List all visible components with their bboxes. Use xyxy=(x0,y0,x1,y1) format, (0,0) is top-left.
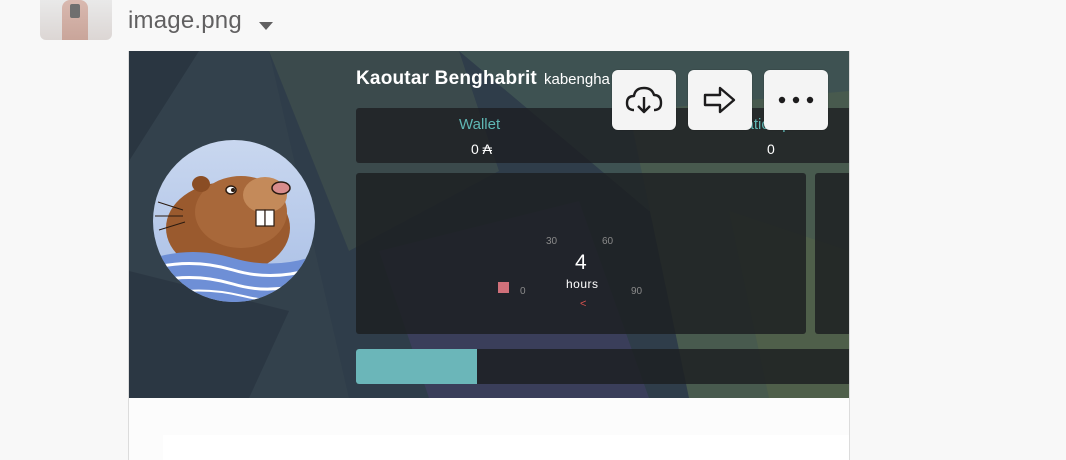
user-avatar[interactable] xyxy=(40,0,112,40)
logtime-hours-unit: hours xyxy=(566,277,599,291)
file-name[interactable]: image.png xyxy=(128,7,242,35)
evaluation-points-value: 0 xyxy=(767,141,775,157)
caret-down-icon[interactable] xyxy=(259,22,273,30)
share-button[interactable] xyxy=(688,70,752,130)
tick-label-90: 90 xyxy=(631,286,643,297)
user-login: kabengha xyxy=(544,71,610,88)
chart-marker xyxy=(498,282,509,293)
tick-label-60: 60 xyxy=(602,236,614,247)
profile-picture xyxy=(153,140,315,302)
level-progress-bar xyxy=(356,349,849,384)
beaver-image xyxy=(153,140,315,302)
logtime-chart: 30 60 0 90 4 hours < xyxy=(356,173,806,334)
tick-label-30: 30 xyxy=(546,236,558,247)
download-button[interactable] xyxy=(612,70,676,130)
attachment-body-area xyxy=(163,435,849,460)
more-actions-button[interactable] xyxy=(764,70,828,130)
cloud-download-icon xyxy=(625,86,663,114)
arrow-right-icon xyxy=(703,86,736,114)
previous-week-button[interactable]: < xyxy=(580,298,586,310)
tick-label-0: 0 xyxy=(520,286,526,297)
logtime-hours-value: 4 xyxy=(575,251,587,274)
level-progress-fill xyxy=(356,349,477,384)
wallet-label: Wallet xyxy=(459,116,501,133)
avatar-phone xyxy=(70,4,80,18)
wallet-value: 0 ₳ xyxy=(471,141,493,157)
side-panel xyxy=(815,173,849,334)
ellipsis-icon xyxy=(778,96,814,104)
user-full-name: Kaoutar Benghabrit xyxy=(356,68,537,89)
